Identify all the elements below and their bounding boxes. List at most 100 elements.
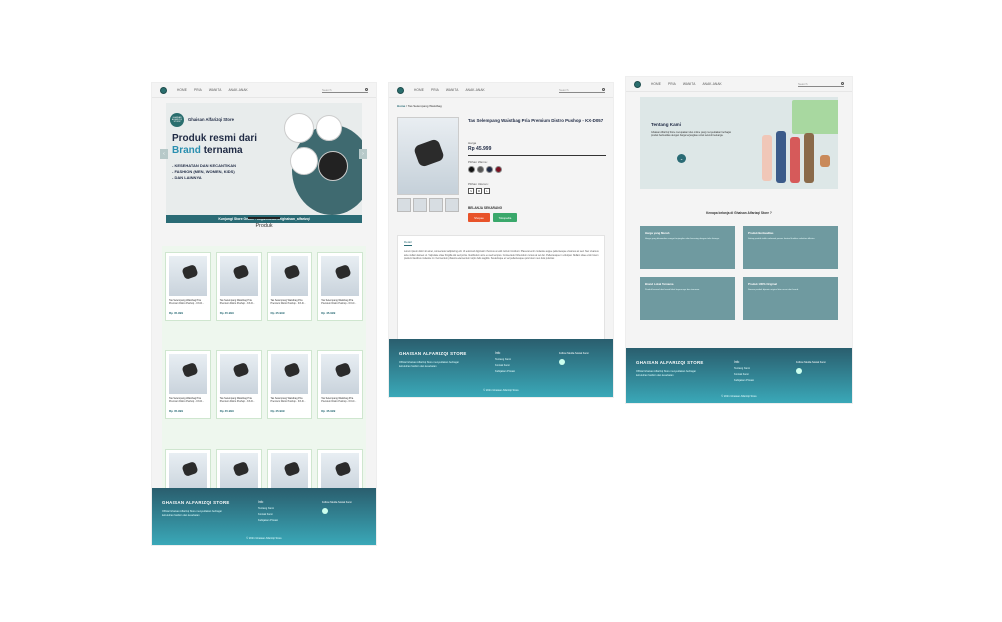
- banner-headline-2: Brand ternama: [172, 145, 243, 156]
- nav-item-anak[interactable]: ANAK-ANAK: [702, 82, 721, 86]
- illustration-person: [804, 133, 814, 183]
- banner-store-name: Ghaisan Alfarizqi Store: [188, 117, 234, 122]
- product-card[interactable]: Tas Selempang Waistbag Pria Premium Dist…: [165, 252, 211, 321]
- product-price: Rp 45.999: [270, 409, 285, 414]
- product-card[interactable]: Tas Selempang Waistbag Pria Premium Dist…: [266, 252, 313, 321]
- banner-product-image: [284, 113, 314, 143]
- product-price: Rp 45.999: [321, 409, 336, 414]
- footer-link[interactable]: Kebijakan Privasi: [495, 370, 515, 373]
- size-options: S M L: [468, 188, 490, 194]
- product-card[interactable]: Tas Selempang Waistbag Pria Premium Dist…: [165, 350, 211, 420]
- nav-item-home[interactable]: HOME: [651, 82, 661, 86]
- footer-link[interactable]: Tentang Kami: [258, 507, 278, 510]
- carousel-next-button[interactable]: ›: [359, 149, 367, 159]
- banner-product-image: [316, 115, 342, 141]
- product-price: Rp 45.999: [468, 146, 492, 152]
- shopee-button[interactable]: Shopee: [468, 213, 490, 222]
- product-image: [169, 452, 207, 493]
- size-option[interactable]: S: [468, 188, 474, 194]
- illustration-card: [792, 100, 838, 134]
- nav-item-pria[interactable]: PRIA: [431, 88, 439, 92]
- product-thumbnails: [397, 198, 459, 212]
- search-icon[interactable]: [365, 88, 368, 91]
- search-input[interactable]: Search: [322, 88, 368, 93]
- nav-item-wanita[interactable]: WANITA: [446, 88, 459, 92]
- product-price: Rp 45.999: [169, 311, 184, 315]
- product-card[interactable]: Tas Selempang Waistbag Pria Premium Dist…: [266, 350, 313, 420]
- footer-info: Info Tentang Kami Kontak Kami Kebijakan …: [734, 360, 754, 382]
- nav-item-anak[interactable]: ANAK-ANAK: [228, 88, 247, 92]
- section-divider: [248, 217, 280, 219]
- size-option[interactable]: L: [484, 188, 490, 194]
- logo-icon[interactable]: [634, 80, 641, 88]
- nav-menu: HOME PRIA WANITA ANAK-ANAK: [414, 88, 485, 92]
- footer-link[interactable]: Kebijakan Privasi: [734, 379, 754, 382]
- color-swatch[interactable]: [468, 166, 475, 173]
- nav-item-pria[interactable]: PRIA: [668, 82, 676, 86]
- product-thumbnail[interactable]: [429, 198, 443, 212]
- footer-copyright: © 2021 Ghaisan Alfarizqi Store: [483, 389, 519, 392]
- carousel-prev-button[interactable]: ‹: [160, 149, 168, 159]
- banner-headline-ternama: ternama: [203, 145, 243, 156]
- banner-point: - DAN LAINNYA: [172, 175, 202, 180]
- reason-text: Semua produk dijamin original dan resmi …: [748, 289, 799, 291]
- nav-menu: HOME PRIA WANITA ANAK-ANAK: [651, 82, 722, 86]
- nav-item-pria[interactable]: PRIA: [194, 88, 202, 92]
- breadcrumb: Home / Tas Selempang Waistbag: [397, 104, 442, 108]
- hero-banner: GHAISAN ALFARIZQI STORE Ghaisan Alfarizq…: [166, 103, 362, 223]
- product-thumbnail[interactable]: [397, 198, 411, 212]
- chevron-down-icon[interactable]: ⌄: [677, 154, 686, 163]
- footer-link[interactable]: Kontak Kami: [258, 513, 278, 516]
- footer-social: Follow Media Sosial Kami: [796, 360, 826, 374]
- instagram-icon[interactable]: [322, 508, 328, 514]
- color-swatch[interactable]: [477, 166, 484, 173]
- product-card[interactable]: Tas Selempang Waistbag Pria Premium Dist…: [215, 350, 262, 420]
- product-image: [321, 452, 359, 493]
- product-card[interactable]: Tas Selempang Waistbag Pria Premium Dist…: [317, 252, 363, 321]
- logo-icon[interactable]: [397, 86, 404, 94]
- search-input[interactable]: Search: [798, 82, 844, 87]
- tab-detail[interactable]: Detail: [404, 240, 412, 246]
- navbar: HOME PRIA WANITA ANAK-ANAK Search: [626, 77, 852, 92]
- product-card[interactable]: Tas Selempang Waistbag Pria Premium Dist…: [215, 252, 262, 321]
- product-price: Rp 45.999: [219, 311, 234, 315]
- reason-card: Brand Lokal Ternama Produk berasal dari …: [640, 277, 735, 320]
- product-price: Rp 45.999: [270, 311, 285, 315]
- search-input[interactable]: Search: [559, 88, 605, 93]
- product-image: [270, 256, 309, 296]
- instagram-icon[interactable]: [559, 359, 565, 365]
- nav-item-wanita[interactable]: WANITA: [209, 88, 222, 92]
- nav-item-home[interactable]: HOME: [177, 88, 187, 92]
- product-image: [169, 256, 207, 296]
- product-thumbnail[interactable]: [445, 198, 459, 212]
- product-image: [270, 452, 309, 493]
- banner-points: - KESEHATAN DAN KECANTIKAN - FASHION (ME…: [172, 163, 236, 181]
- logo-icon[interactable]: [160, 86, 167, 94]
- footer-link[interactable]: Kebijakan Privasi: [258, 519, 278, 522]
- navbar: HOME PRIA WANITA ANAK-ANAK Search: [152, 83, 376, 98]
- footer-info: Info Tentang Kami Kontak Kami Kebijakan …: [495, 351, 515, 373]
- color-swatch[interactable]: [495, 166, 502, 173]
- footer-link[interactable]: Kontak Kami: [495, 364, 515, 367]
- nav-item-home[interactable]: HOME: [414, 88, 424, 92]
- product-card[interactable]: Tas Selempang Waistbag Pria Premium Dist…: [317, 350, 363, 420]
- footer-link[interactable]: Tentang Kami: [495, 358, 515, 361]
- footer-info-title: Info: [734, 360, 740, 364]
- reason-title: Produk Berkualitas: [748, 231, 774, 235]
- footer-link[interactable]: Kontak Kami: [734, 373, 754, 376]
- size-option[interactable]: M: [476, 188, 482, 194]
- search-icon[interactable]: [602, 88, 605, 91]
- description-text: Lorem ipsum dolor sit amet, consectetur …: [404, 250, 599, 261]
- search-icon[interactable]: [841, 82, 844, 85]
- footer-desc: Official Ghaisan Alfarizqi Store menyedi…: [636, 370, 696, 377]
- color-swatch[interactable]: [486, 166, 493, 173]
- instagram-icon[interactable]: [796, 368, 802, 374]
- nav-item-anak[interactable]: ANAK-ANAK: [465, 88, 484, 92]
- about-page: HOME PRIA WANITA ANAK-ANAK Search Tentan…: [626, 77, 852, 403]
- nav-item-wanita[interactable]: WANITA: [683, 82, 696, 86]
- product-image: [169, 354, 207, 395]
- product-name: Tas Selempang Waistbag Pria Premium Dist…: [169, 299, 205, 305]
- tokopedia-button[interactable]: Tokopedia: [493, 213, 517, 222]
- footer-link[interactable]: Tentang Kami: [734, 367, 754, 370]
- product-thumbnail[interactable]: [413, 198, 427, 212]
